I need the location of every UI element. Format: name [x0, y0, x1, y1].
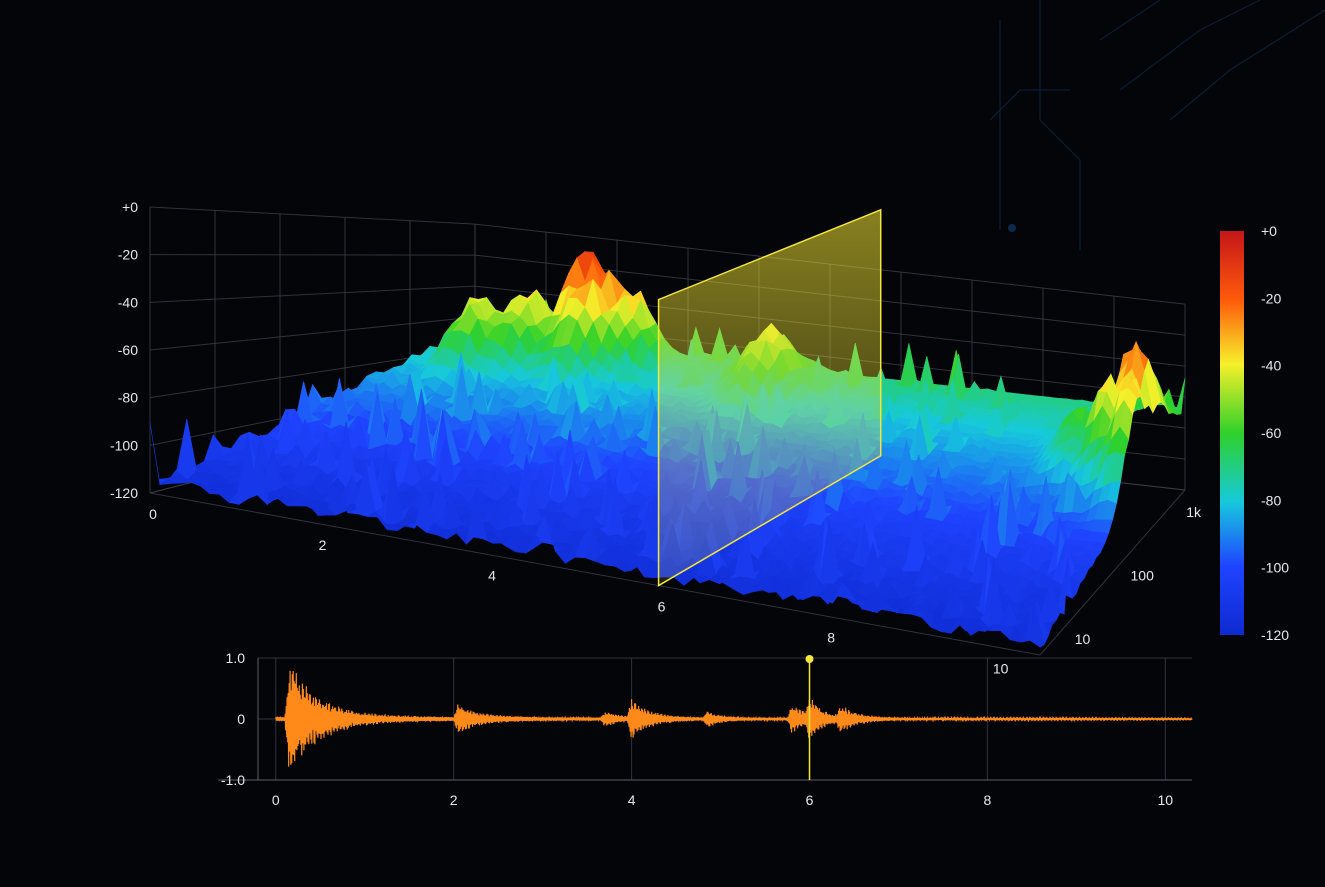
- y-tick-label: 1k: [1186, 504, 1202, 520]
- waveform-x-tick-label: 8: [984, 792, 992, 808]
- waveform-y-tick-label: 0: [237, 711, 245, 727]
- waveform-y-tick-label: 1.0: [226, 650, 246, 666]
- colorbar-gradient: [1220, 231, 1244, 635]
- waveform-panel: 0 2 4 6 8 10 1.0 0 -1.0: [218, 650, 1193, 808]
- waveform-x-ticks: 0 2 4 6 8 10: [272, 792, 1173, 808]
- z-tick-label: -60: [118, 342, 138, 358]
- waveform-y-tick-label: -1.0: [221, 772, 245, 788]
- waveform-x-tick-label: 10: [1158, 792, 1174, 808]
- z-tick-label: -120: [110, 485, 138, 501]
- colorbar-tick-label: -20: [1261, 290, 1281, 306]
- waveform-series: [275, 670, 1193, 767]
- z-tick-label: -100: [110, 437, 138, 453]
- left-wall-gridline: [149, 206, 476, 225]
- x-tick-label: 0: [149, 506, 157, 522]
- colorbar-tick-label: -80: [1261, 492, 1281, 508]
- waveform-x-tick-label: 2: [450, 792, 458, 808]
- left-wall-gridline: [149, 285, 476, 303]
- waveform-y-ticks: 1.0 0 -1.0: [221, 650, 245, 788]
- x-tick-label: 4: [488, 568, 496, 584]
- y-tick-label: 10: [1075, 631, 1091, 647]
- z-tick-label: +0: [122, 199, 138, 215]
- z-axis-ticks: +0 -20 -40 -60 -80 -100 -120: [110, 199, 138, 501]
- spectrogram-3d: +0 -20 -40 -60 -80 -100 -120 0 2 4 6 8 10 10 100 1k: [110, 199, 1202, 676]
- x-tick-label: 2: [319, 537, 327, 553]
- colorbar: +0 -20 -40 -60 -80 -100 -120: [1220, 223, 1289, 643]
- z-tick-label: -20: [118, 247, 138, 263]
- x-tick-label: 10: [993, 660, 1009, 676]
- y-tick-label: 100: [1131, 568, 1155, 584]
- background-decoration: [989, 0, 1325, 250]
- colorbar-tick-label: -60: [1261, 425, 1281, 441]
- colorbar-tick-label: -100: [1261, 560, 1289, 576]
- colorbar-tick-label: -40: [1261, 358, 1281, 374]
- playhead-handle: [805, 655, 814, 663]
- waveform-x-tick-label: 0: [272, 792, 280, 808]
- waveform-x-tick-label: 4: [628, 792, 636, 808]
- left-wall-gridline: [149, 316, 476, 351]
- colorbar-tick-label: -120: [1261, 627, 1289, 643]
- waveform-x-tick-label: 6: [806, 792, 814, 808]
- z-tick-label: -40: [118, 294, 138, 310]
- x-tick-label: 8: [827, 629, 835, 645]
- surface-cell: [149, 422, 170, 486]
- z-tick-label: -80: [118, 390, 138, 406]
- colorbar-ticks: +0 -20 -40 -60 -80 -100 -120: [1261, 223, 1289, 643]
- x-tick-label: 6: [658, 599, 666, 615]
- figure: +0-20-40-60-80-100-120 0246810 101001k +…: [110, 0, 1325, 808]
- colorbar-tick-label: +0: [1261, 223, 1277, 239]
